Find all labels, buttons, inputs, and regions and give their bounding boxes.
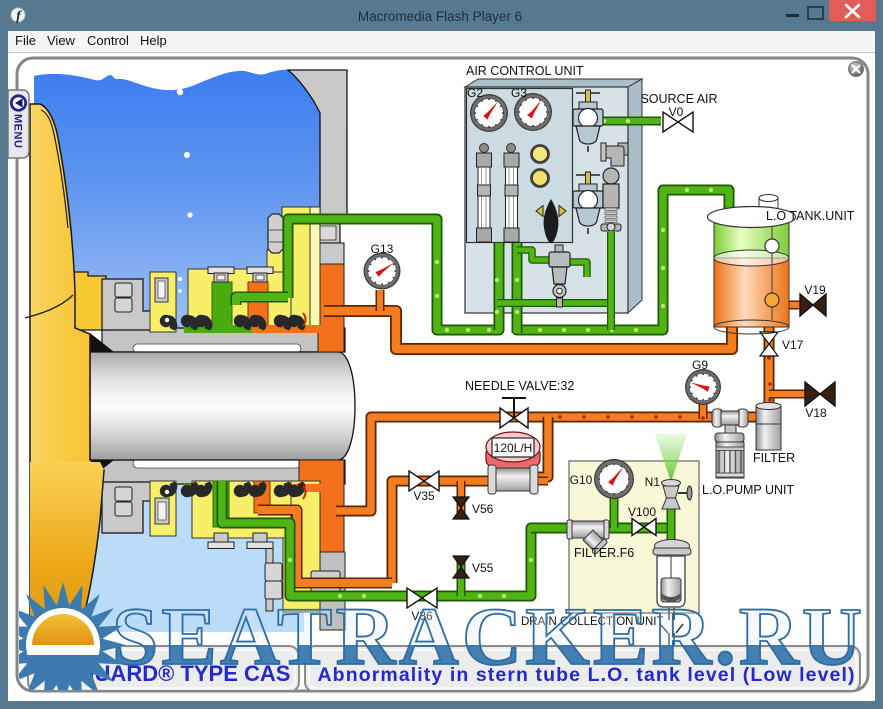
svg-text:FILTER: FILTER [753, 451, 795, 465]
svg-text:N1: N1 [645, 475, 661, 489]
svg-text:G3: G3 [511, 86, 527, 100]
svg-text:V35: V35 [413, 489, 435, 503]
svg-text:L.O.PUMP UNIT: L.O.PUMP UNIT [702, 483, 795, 497]
svg-text:SOURCE AIR: SOURCE AIR [640, 92, 717, 106]
svg-text:G2: G2 [467, 86, 483, 100]
svg-text:AIR CONTROL UNIT: AIR CONTROL UNIT [466, 64, 584, 78]
svg-text:MENU: MENU [12, 114, 24, 148]
svg-text:V18: V18 [805, 406, 827, 420]
svg-text:V17: V17 [782, 338, 804, 352]
svg-text:V56: V56 [472, 502, 494, 516]
svg-text:FILTER.F6: FILTER.F6 [574, 546, 634, 560]
svg-text:L.O TANK.UNIT: L.O TANK.UNIT [766, 209, 855, 223]
svg-text:File: File [15, 33, 36, 48]
svg-text:NEEDLE VALVE:32: NEEDLE VALVE:32 [465, 379, 574, 393]
svg-text:V19: V19 [804, 283, 826, 297]
svg-text:V0: V0 [669, 105, 684, 119]
svg-text:View: View [47, 33, 76, 48]
svg-text:Help: Help [140, 33, 167, 48]
svg-text:120L/H: 120L/H [494, 441, 533, 455]
svg-text:Control: Control [87, 33, 129, 48]
svg-text:G13: G13 [371, 242, 394, 256]
svg-text:V100: V100 [628, 505, 656, 519]
svg-text:G9: G9 [692, 358, 708, 372]
svg-text:G10: G10 [570, 473, 593, 487]
svg-text:SEATRACKER.RU: SEATRACKER.RU [112, 590, 862, 682]
svg-text:Macromedia Flash Player 6: Macromedia Flash Player 6 [358, 9, 522, 24]
svg-text:V55: V55 [472, 561, 494, 575]
